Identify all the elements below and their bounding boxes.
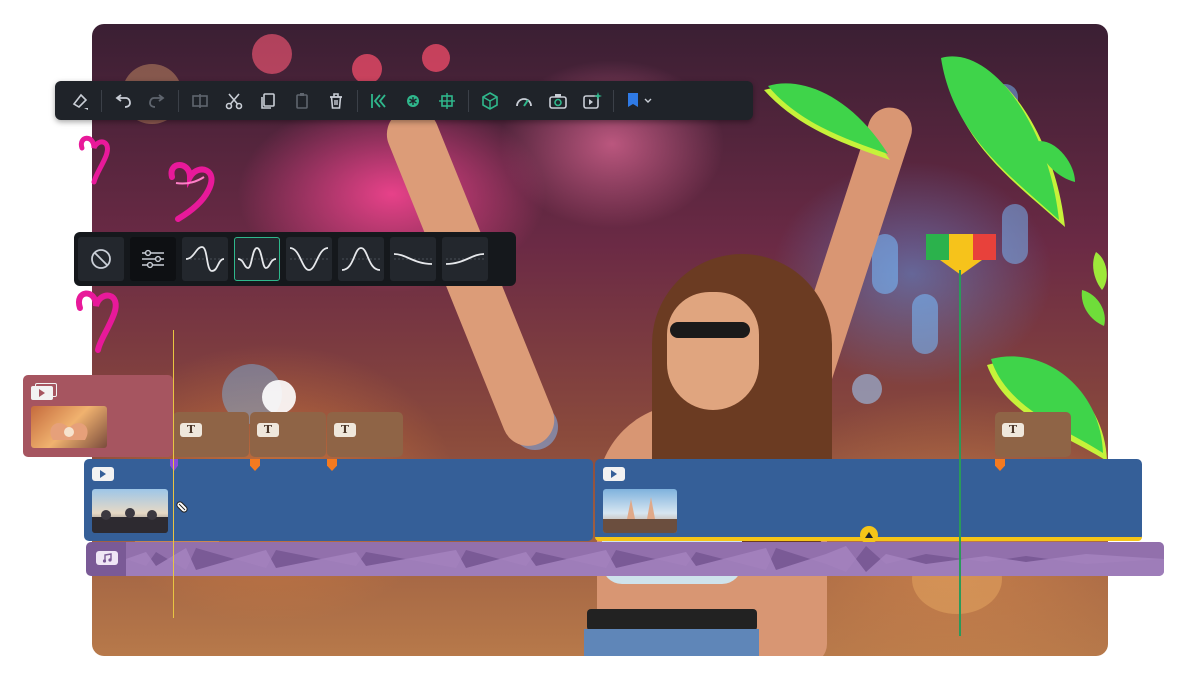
snapshot-icon[interactable] <box>541 86 575 116</box>
trim-icon[interactable] <box>362 86 396 116</box>
delete-icon[interactable] <box>319 86 353 116</box>
leaf-decoration <box>1081 252 1107 326</box>
paste-icon[interactable] <box>285 86 319 116</box>
title-clip[interactable]: T <box>250 412 326 457</box>
heart-icon <box>168 162 215 222</box>
heart-icon <box>78 135 110 185</box>
3d-icon[interactable] <box>473 86 507 116</box>
freeze-icon[interactable] <box>396 86 430 116</box>
edit-toolbar <box>55 81 753 120</box>
in-point-line[interactable] <box>173 330 174 618</box>
title-clip[interactable]: T <box>173 412 249 457</box>
curve-rise-icon[interactable] <box>442 237 488 281</box>
curve-fall-icon[interactable] <box>390 237 436 281</box>
video-clip-thumbnail <box>92 489 168 533</box>
curve-dip-icon[interactable] <box>286 237 332 281</box>
ai-effect-icon[interactable] <box>575 86 609 116</box>
playhead-line[interactable] <box>959 270 961 636</box>
text-clip-icon: T <box>257 423 279 437</box>
leaf-decoration <box>764 83 890 160</box>
speed-icon[interactable] <box>507 86 541 116</box>
leaf-decoration <box>941 56 1075 228</box>
heart-icon <box>76 290 119 353</box>
text-clip-icon: T <box>334 423 356 437</box>
audio-track[interactable] <box>86 542 1164 576</box>
text-clip-icon: T <box>180 423 202 437</box>
undo-icon[interactable] <box>106 86 140 116</box>
title-clip[interactable]: T <box>327 412 403 457</box>
timeline-flag-marker[interactable] <box>926 234 996 276</box>
curve-s-icon[interactable] <box>182 237 228 281</box>
video-clip-thumbnail <box>603 489 677 533</box>
video-clip[interactable] <box>595 459 1142 544</box>
transition-effects-panel <box>74 232 516 286</box>
overlay-clip[interactable] <box>23 375 173 457</box>
curve-peak-icon[interactable] <box>338 237 384 281</box>
none-icon[interactable] <box>78 237 124 281</box>
title-clip[interactable]: T <box>995 412 1071 457</box>
audio-waveform <box>126 542 1164 576</box>
video-clip[interactable] <box>84 459 593 541</box>
erase-icon[interactable] <box>63 86 97 116</box>
cut-icon[interactable] <box>217 86 251 116</box>
text-clip-icon: T <box>1002 423 1024 437</box>
video-clip-icon <box>603 467 625 481</box>
marker-icon[interactable] <box>618 86 662 116</box>
audio-clip-icon <box>96 551 118 565</box>
razor-cursor-icon <box>176 501 188 513</box>
adjust-icon[interactable] <box>130 237 176 281</box>
redo-icon[interactable] <box>140 86 174 116</box>
video-clip-icon <box>92 467 114 481</box>
copy-icon[interactable] <box>251 86 285 116</box>
overlay-clip-thumbnail <box>31 406 107 448</box>
curve-bell-icon[interactable] <box>234 237 280 281</box>
overlay-clip-icon <box>31 383 57 400</box>
split-icon[interactable] <box>183 86 217 116</box>
crop-icon[interactable] <box>430 86 464 116</box>
